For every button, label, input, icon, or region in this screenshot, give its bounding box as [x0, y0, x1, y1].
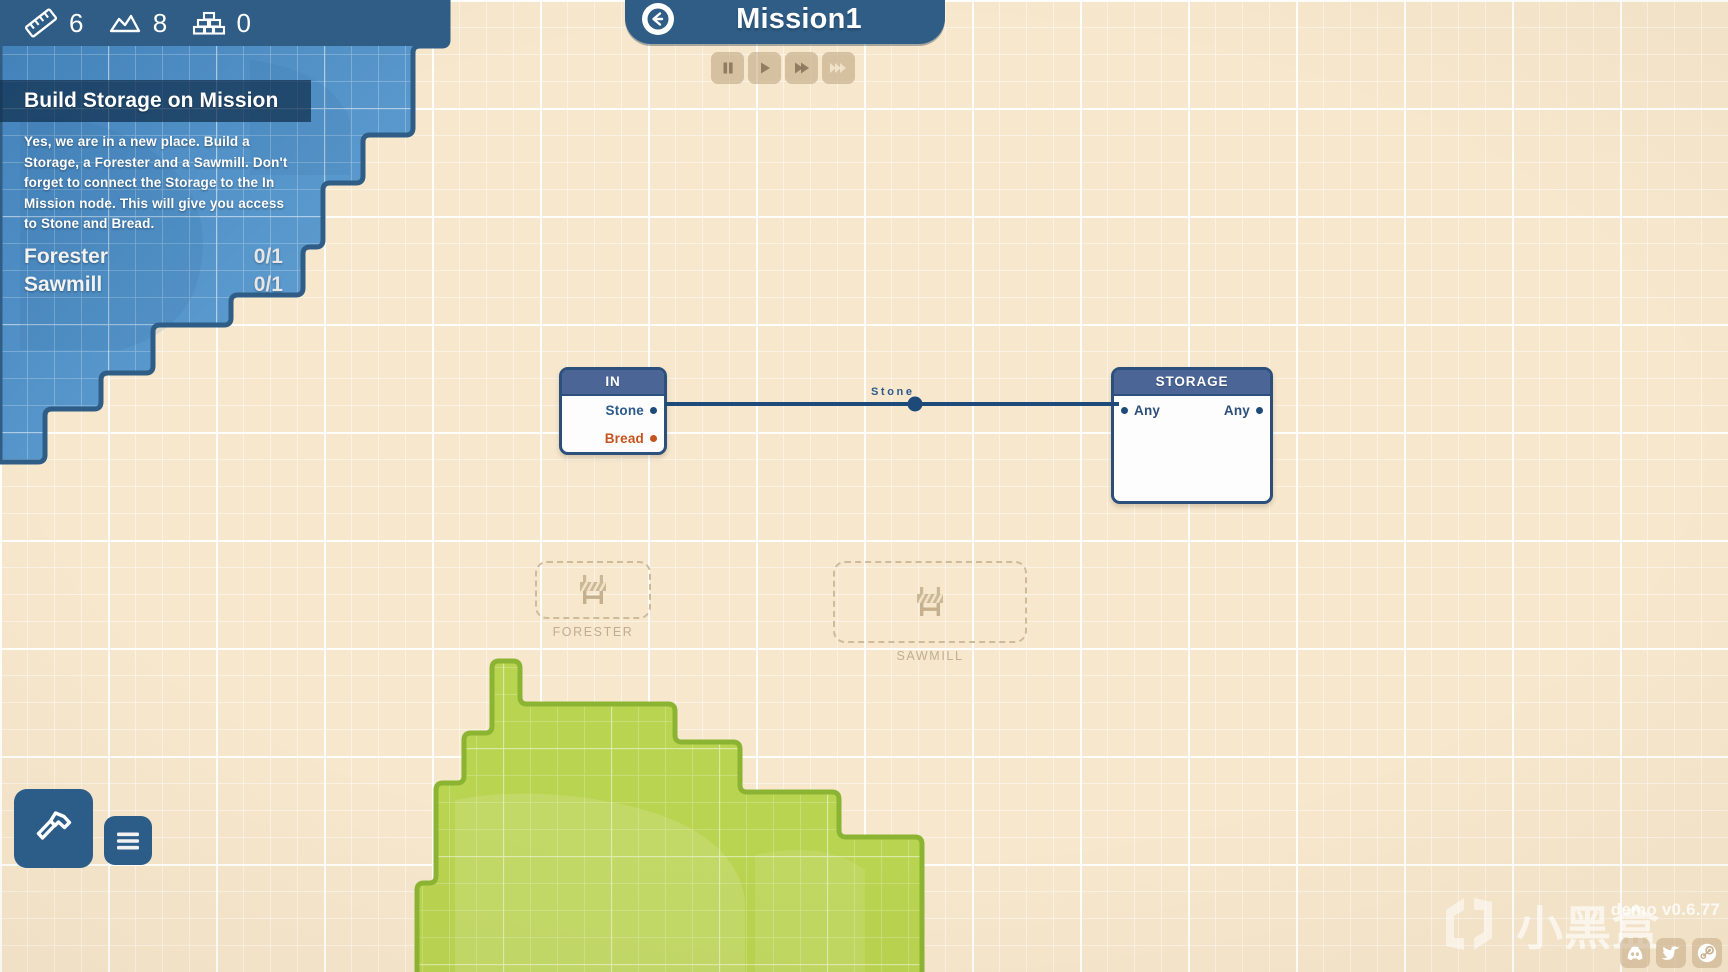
back-button[interactable] — [642, 3, 674, 35]
ultra-fast-forward-button[interactable] — [822, 52, 855, 84]
ruler-icon — [24, 8, 58, 38]
game-screen: Stone IN Stone Bread STORAGE Any Any FOR… — [0, 0, 1728, 972]
build-button[interactable] — [14, 789, 93, 868]
stone-icon — [109, 14, 140, 33]
pause-icon — [723, 62, 733, 74]
play-icon — [760, 62, 770, 74]
mission-goal-sawmill: Sawmill 0/1 — [0, 271, 311, 299]
fast-forward-icon — [794, 62, 809, 74]
mission-panel-header: Build Storage on Mission — [0, 80, 311, 122]
mission-goal-forester: Forester 0/1 — [0, 243, 311, 271]
resource-brick-value: 0 — [236, 7, 252, 38]
mission-goal-sawmill-progress: 0/1 — [253, 272, 283, 296]
resource-brick: 0 — [192, 8, 252, 39]
mission-panel-description: Yes, we are in a new place. Build a Stor… — [24, 134, 288, 232]
mission-panel: Build Storage on Mission Yes, we are in … — [0, 80, 311, 301]
back-arrow-icon — [647, 8, 669, 30]
resource-blueprint: 6 — [24, 8, 84, 39]
fast-forward-button[interactable] — [785, 52, 818, 84]
resource-hud: 6 8 0 — [0, 0, 448, 46]
page-title: Mission1 — [736, 2, 862, 35]
mission-goal-forester-progress: 0/1 — [253, 244, 283, 268]
connection-label-stone: Stone — [871, 386, 915, 398]
mission-title-banner: Mission1 — [625, 0, 945, 44]
pause-button[interactable] — [711, 52, 744, 84]
play-button[interactable] — [748, 52, 781, 84]
brick-icon — [192, 11, 225, 35]
mission-goal-sawmill-label: Sawmill — [24, 272, 103, 296]
resource-stone: 8 — [108, 8, 168, 39]
playback-controls — [711, 52, 855, 84]
resource-blueprint-value: 6 — [69, 7, 84, 38]
hammer-icon — [36, 810, 71, 840]
resource-stone-value: 8 — [152, 7, 168, 38]
ultra-fast-forward-icon — [829, 63, 846, 73]
menu-button[interactable] — [104, 816, 152, 865]
connection-midpoint-handle — [907, 396, 923, 412]
mission-goal-forester-label: Forester — [24, 244, 109, 268]
mission-panel-title: Build Storage on Mission — [24, 89, 279, 112]
hamburger-menu-icon — [117, 832, 139, 849]
